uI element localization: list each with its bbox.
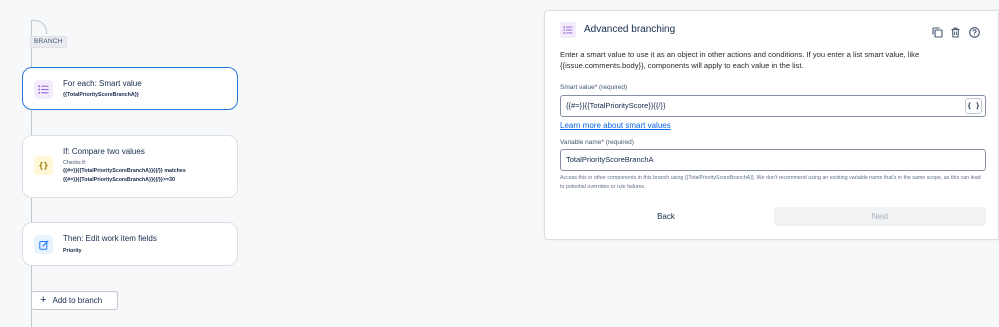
learn-more-link[interactable]: Learn more about smart values [560,121,671,130]
variable-name-label: Variable name* (required) [560,139,634,146]
trash-icon[interactable] [950,25,961,38]
edit-icon [34,235,53,254]
compare-values-node[interactable]: {} If: Compare two values Checks if: {{#… [22,135,238,198]
panel-title: Advanced branching [584,24,676,35]
branch-badge: BRANCH [30,36,67,48]
node-condition-line: {{#=}}{{TotalPriorityScoreBranchA}}{{/}}… [63,168,186,174]
add-to-branch-label: Add to branch [52,296,103,305]
smart-value-text: {{#=}}{{TotalPriorityScore}}{{/}} [566,101,666,110]
node-subtitle: Priority [63,247,82,254]
node-title: If: Compare two values [63,147,145,156]
edit-fields-node[interactable]: Then: Edit work item fields Priority [22,222,238,266]
for-each-node[interactable]: For each: Smart value {{TotalPrioritySco… [22,67,238,110]
insert-smart-value-button[interactable]: { } [965,98,982,114]
variable-name-input[interactable]: TotalPriorityScoreBranchA [560,149,986,171]
help-icon[interactable] [969,25,980,38]
node-title: For each: Smart value [63,79,142,88]
variable-name-text: TotalPriorityScoreBranchA [566,155,654,164]
panel-description: Enter a smart value to use it as an obje… [560,50,920,70]
add-to-branch-button[interactable]: + Add to branch [31,291,118,310]
duplicate-icon[interactable] [932,25,943,38]
advanced-branching-panel: Advanced branching Enter a smart value t… [544,10,999,240]
node-subtitle: {{TotalPriorityScoreBranchA}} [63,92,139,98]
smart-value-input[interactable]: {{#=}}{{TotalPriorityScore}}{{/}} { } [560,95,986,117]
curly-braces-icon: {} [34,156,53,175]
flow-connector-curve [31,20,47,34]
variable-helper-text: Access this in other components in this … [560,175,981,190]
next-button[interactable]: Next [774,207,986,226]
back-button[interactable]: Back [560,207,772,226]
node-condition-line: {{#=}}{{TotalPriorityScoreBranchA}}{{/}}… [63,176,175,183]
smart-value-label: Smart value* (required) [560,84,628,91]
list-icon [34,80,53,99]
list-icon [560,22,576,38]
plus-icon: + [40,294,47,306]
node-title: Then: Edit work item fields [63,234,157,243]
